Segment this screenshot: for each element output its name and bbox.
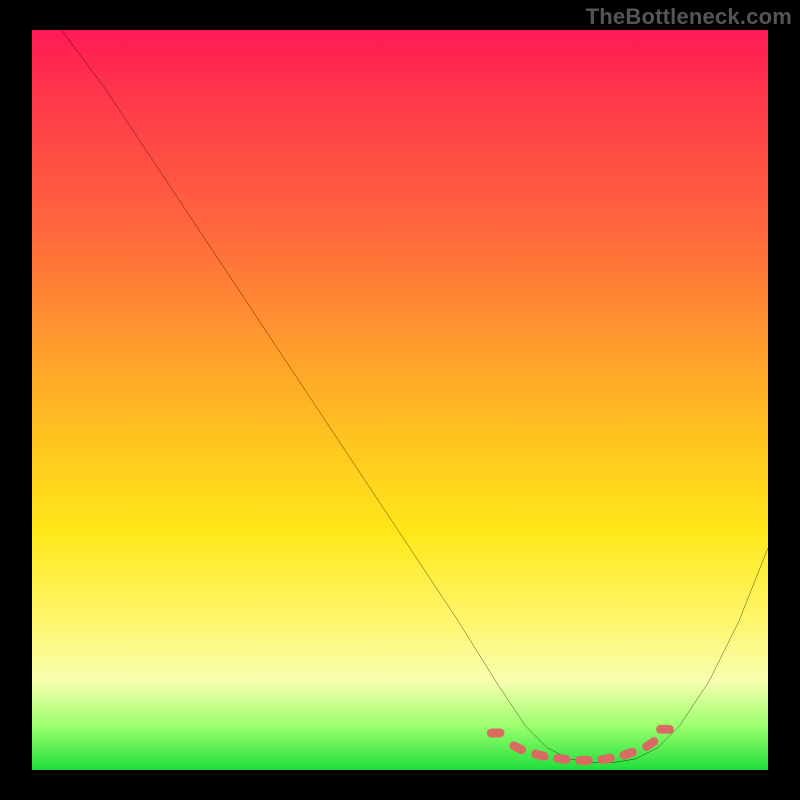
watermark-text: TheBottleneck.com bbox=[586, 4, 792, 30]
optimal-marker bbox=[575, 756, 593, 765]
bottleneck-curve bbox=[61, 30, 768, 763]
optimal-marker bbox=[487, 729, 505, 738]
optimal-marker bbox=[640, 736, 660, 753]
optimal-marker bbox=[656, 725, 674, 734]
optimal-marker bbox=[508, 740, 528, 756]
optimal-marker bbox=[553, 753, 572, 764]
chart-frame: TheBottleneck.com bbox=[0, 0, 800, 800]
optimal-marker bbox=[530, 749, 549, 762]
optimal-marker bbox=[597, 753, 616, 764]
optimal-zone-markers bbox=[487, 725, 674, 765]
plot-area bbox=[32, 30, 768, 770]
curve-layer bbox=[32, 30, 768, 770]
optimal-marker bbox=[618, 747, 638, 761]
